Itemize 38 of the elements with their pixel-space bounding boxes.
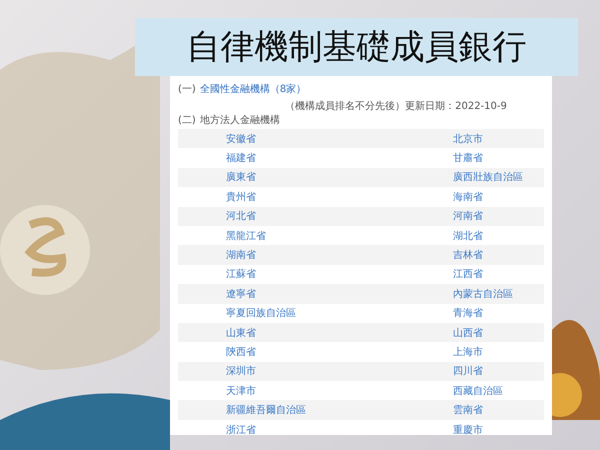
region-link[interactable]: 甘肅省 xyxy=(453,151,483,166)
region-link[interactable]: 河南省 xyxy=(453,209,483,224)
region-link[interactable]: 深圳市 xyxy=(226,364,256,378)
section-link[interactable]: 全國性金融機構（8家） xyxy=(200,82,306,96)
region-link[interactable]: 吉林省 xyxy=(453,248,483,262)
region-link[interactable]: 廣東省 xyxy=(226,170,256,184)
region-link[interactable]: 寧夏回族自治區 xyxy=(226,306,296,320)
region-link[interactable]: 陝西省 xyxy=(226,344,256,359)
region-link[interactable]: 遼寧省 xyxy=(226,286,256,301)
region-link[interactable]: 四川省 xyxy=(453,364,483,378)
section-heading: 地方法人金融機構 xyxy=(200,114,280,127)
region-link[interactable]: 青海省 xyxy=(453,306,483,320)
region-link[interactable]: 西藏自治區 xyxy=(453,384,503,398)
region-link[interactable]: 江蘇省 xyxy=(226,267,256,282)
region-link[interactable]: 湖南省 xyxy=(226,248,256,262)
region-link[interactable]: 河北省 xyxy=(226,209,256,224)
region-link[interactable]: 北京市 xyxy=(453,132,483,146)
region-link[interactable]: 福建省 xyxy=(226,151,256,166)
slide-title: 自律機制基礎成員銀行 xyxy=(135,18,578,76)
region-link[interactable]: 廣西壯族自治區 xyxy=(453,170,523,184)
region-link[interactable]: 山東省 xyxy=(226,326,256,340)
section-number: (二) xyxy=(178,114,196,127)
region-link[interactable]: 湖北省 xyxy=(453,228,483,243)
update-note: （機構成員排名不分先後）更新日期：2022-10-9 xyxy=(285,100,507,113)
region-link[interactable]: 天津市 xyxy=(226,384,256,398)
region-link[interactable]: 江西省 xyxy=(453,267,483,282)
region-link[interactable]: 貴州省 xyxy=(226,190,256,204)
region-link[interactable]: 海南省 xyxy=(453,190,483,204)
region-link[interactable]: 內蒙古自治區 xyxy=(453,286,513,301)
section-number: (一) xyxy=(178,83,196,96)
region-link[interactable]: 黑龍江省 xyxy=(226,228,266,243)
region-link[interactable]: 雲南省 xyxy=(453,403,483,418)
region-link[interactable]: 新疆維吾爾自治區 xyxy=(226,403,306,418)
region-link[interactable]: 山西省 xyxy=(453,326,483,340)
region-link[interactable]: 上海市 xyxy=(453,344,483,359)
region-link[interactable]: 安徽省 xyxy=(226,132,256,146)
region-link[interactable]: 重慶市 xyxy=(453,422,483,437)
region-link[interactable]: 浙江省 xyxy=(226,422,256,437)
